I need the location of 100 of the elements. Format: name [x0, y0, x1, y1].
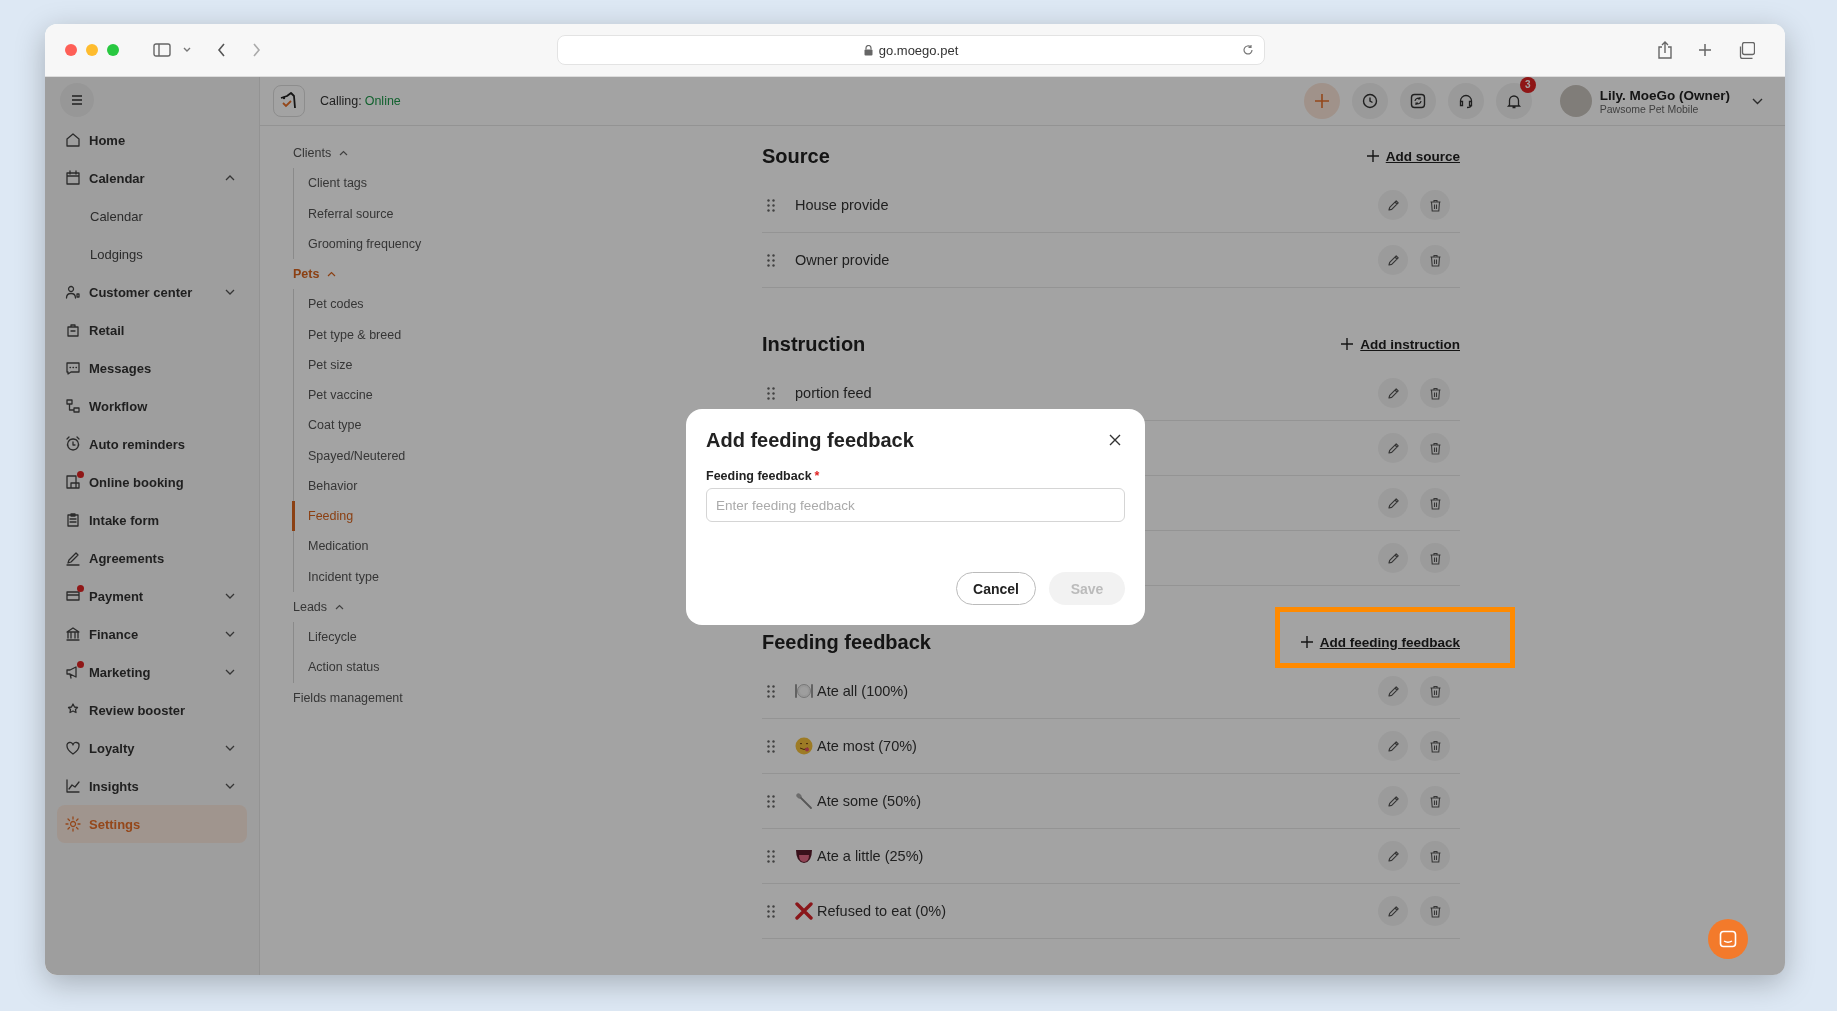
settings-nav-item[interactable]: Behavior: [292, 470, 560, 501]
bag-icon: [65, 322, 81, 338]
sidebar-item[interactable]: Workflow: [57, 387, 247, 425]
reload-icon[interactable]: [1242, 44, 1254, 56]
sidebar-subitem[interactable]: Calendar: [57, 197, 247, 235]
settings-nav-item[interactable]: Referral source: [292, 198, 560, 229]
forward-icon[interactable]: [252, 43, 261, 57]
settings-group[interactable]: Clients: [293, 138, 560, 169]
menu-button[interactable]: [60, 83, 94, 117]
edit-button[interactable]: [1378, 786, 1408, 816]
add-button[interactable]: [1303, 83, 1340, 119]
share-icon[interactable]: [1658, 41, 1672, 59]
delete-button[interactable]: [1420, 245, 1450, 275]
sidebar-item[interactable]: Auto reminders: [57, 425, 247, 463]
delete-button[interactable]: [1420, 488, 1450, 518]
list-item-label: Refused to eat (0%): [817, 903, 946, 919]
sidebar-item[interactable]: Customer center: [57, 273, 247, 311]
drag-handle-icon[interactable]: [767, 198, 775, 212]
delete-button[interactable]: [1420, 676, 1450, 706]
add-link[interactable]: Add feeding feedback: [1299, 634, 1460, 650]
address-bar[interactable]: go.moego.pet: [557, 35, 1265, 65]
list-item-label: House provide: [795, 197, 889, 213]
sync-button[interactable]: [1399, 83, 1436, 119]
clipboard-icon: [65, 512, 81, 528]
sidebar-item[interactable]: Loyalty: [57, 729, 247, 767]
settings-nav-item[interactable]: Incident type: [292, 561, 560, 592]
cancel-button[interactable]: Cancel: [956, 572, 1036, 605]
edit-button[interactable]: [1378, 841, 1408, 871]
delete-button[interactable]: [1420, 786, 1450, 816]
drag-handle-icon[interactable]: [767, 386, 775, 400]
settings-nav-item[interactable]: Pet type & breed: [292, 319, 560, 350]
sidebar-item[interactable]: Insights: [57, 767, 247, 805]
edit-button[interactable]: [1378, 731, 1408, 761]
drag-handle-icon[interactable]: [767, 684, 775, 698]
settings-nav-item[interactable]: Grooming frequency: [292, 228, 560, 259]
plus-icon[interactable]: [1698, 43, 1712, 57]
edit-button[interactable]: [1378, 488, 1408, 518]
back-icon[interactable]: [217, 43, 226, 57]
settings-nav-item[interactable]: Lifecycle: [292, 622, 560, 653]
sidebar-item[interactable]: Retail: [57, 311, 247, 349]
sidebar-item[interactable]: Intake form: [57, 501, 247, 539]
sidebar-item[interactable]: Finance: [57, 615, 247, 653]
chat-button[interactable]: [1708, 919, 1748, 959]
edit-button[interactable]: [1378, 543, 1408, 573]
settings-nav-item[interactable]: Pet size: [292, 349, 560, 380]
logo-icon: [273, 85, 305, 117]
chevron-down-icon[interactable]: [183, 47, 191, 53]
sidebar-toggle-icon[interactable]: [153, 43, 171, 57]
drag-handle-icon[interactable]: [767, 904, 775, 918]
edit-button[interactable]: [1378, 245, 1408, 275]
drag-handle-icon[interactable]: [767, 739, 775, 753]
menu-icon: [71, 95, 83, 105]
sidebar-subitem[interactable]: Lodgings: [57, 235, 247, 273]
settings-nav-item[interactable]: Action status: [292, 652, 560, 683]
sidebar-item[interactable]: Payment: [57, 577, 247, 615]
pen-icon: [65, 550, 81, 566]
settings-group[interactable]: Fields management: [293, 682, 560, 713]
sidebar-item[interactable]: Home: [57, 121, 247, 159]
drag-handle-icon[interactable]: [767, 849, 775, 863]
settings-nav-item[interactable]: Feeding: [292, 501, 560, 532]
settings-group[interactable]: Pets: [293, 259, 560, 290]
add-link[interactable]: Add instruction: [1340, 336, 1460, 352]
chevron-down-icon[interactable]: [1752, 97, 1763, 105]
delete-button[interactable]: [1420, 731, 1450, 761]
settings-nav-item[interactable]: Pet codes: [292, 289, 560, 320]
settings-nav-item[interactable]: Medication: [292, 531, 560, 562]
close-icon[interactable]: [1109, 434, 1121, 446]
edit-button[interactable]: [1378, 896, 1408, 926]
settings-nav-item[interactable]: Client tags: [292, 168, 560, 199]
drag-handle-icon[interactable]: [767, 794, 775, 808]
edit-button[interactable]: [1378, 190, 1408, 220]
settings-group[interactable]: Leads: [293, 591, 560, 622]
support-button[interactable]: [1447, 83, 1484, 119]
sidebar-item[interactable]: Agreements: [57, 539, 247, 577]
delete-button[interactable]: [1420, 841, 1450, 871]
settings-nav-item[interactable]: Spayed/Neutered: [292, 440, 560, 471]
drag-handle-icon[interactable]: [767, 253, 775, 267]
sidebar-item[interactable]: Calendar: [57, 159, 247, 197]
edit-button[interactable]: [1378, 433, 1408, 463]
sidebar-item[interactable]: Messages: [57, 349, 247, 387]
edit-button[interactable]: [1378, 676, 1408, 706]
sidebar-item[interactable]: Review booster: [57, 691, 247, 729]
delete-button[interactable]: [1420, 190, 1450, 220]
settings-nav-item[interactable]: Coat type: [292, 410, 560, 441]
add-link[interactable]: Add source: [1365, 148, 1460, 164]
tabs-icon[interactable]: [1738, 41, 1755, 59]
trash-icon: [1428, 386, 1442, 400]
edit-button[interactable]: [1378, 378, 1408, 408]
delete-button[interactable]: [1420, 433, 1450, 463]
alarm-clock-icon: [65, 436, 81, 452]
history-button[interactable]: [1351, 83, 1388, 119]
close-window-button[interactable]: [65, 44, 77, 56]
sidebar-item[interactable]: Marketing: [57, 653, 247, 691]
settings-nav-item[interactable]: Pet vaccine: [292, 380, 560, 411]
delete-button[interactable]: [1420, 378, 1450, 408]
trash-icon: [1428, 198, 1442, 212]
delete-button[interactable]: [1420, 896, 1450, 926]
sidebar-item[interactable]: Online booking: [57, 463, 247, 501]
delete-button[interactable]: [1420, 543, 1450, 573]
input-field[interactable]: Enter feeding feedback: [706, 488, 1125, 522]
